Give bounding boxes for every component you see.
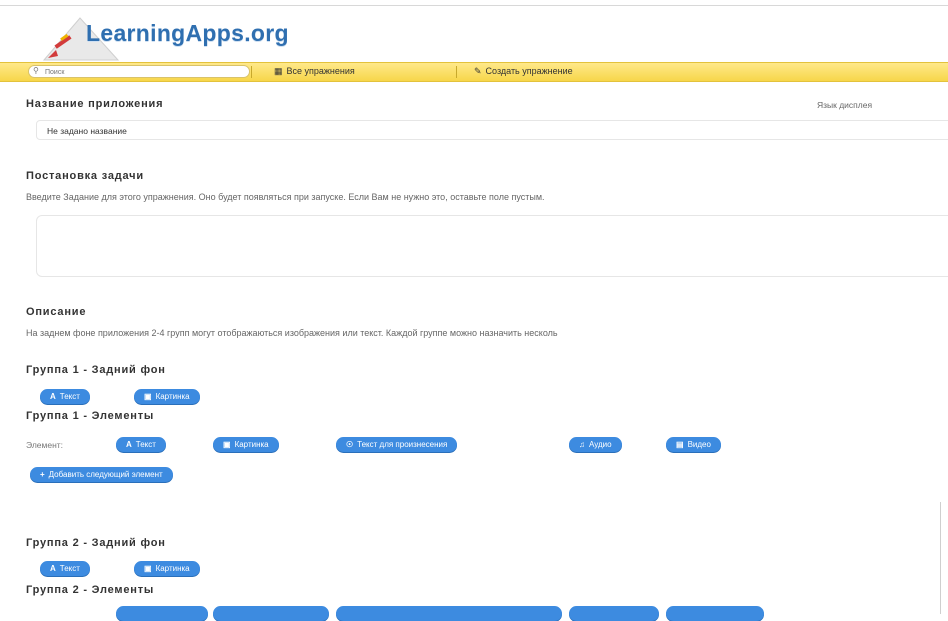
app-name-value: Не задано название	[47, 126, 127, 136]
music-icon: ♫	[579, 440, 585, 449]
button-label: Картинка	[155, 564, 190, 573]
app-name-heading: Название приложения	[26, 98, 164, 110]
button-label: Аудио	[589, 440, 612, 449]
create-exercise-label: Создать упражнение	[485, 66, 573, 76]
button-label: Текст	[135, 440, 156, 449]
group1-bg-image-button[interactable]: ▣ Картинка	[134, 389, 200, 404]
film-icon: ▤	[676, 440, 684, 449]
create-exercise-link[interactable]: ✎ Создать упражнение	[474, 66, 573, 77]
group1-el-image-button[interactable]: ▣ Картинка	[213, 437, 279, 452]
edit-icon: ✎	[474, 66, 482, 76]
button-label: Добавить следующий элемент	[48, 470, 163, 479]
group1-elements-heading: Группа 1 - Элементы	[26, 410, 155, 422]
group1-el-audio-button[interactable]: ♫ Аудио	[569, 437, 622, 452]
task-hint: Введите Задание для этого упражнения. Он…	[26, 192, 545, 202]
search-box[interactable]: ⚲	[28, 65, 250, 78]
text-icon: A	[50, 392, 56, 401]
app-name-field[interactable]: Не задано название	[36, 120, 948, 140]
description-text: На заднем фоне приложения 2-4 групп могу…	[26, 328, 558, 338]
task-textarea[interactable]	[36, 215, 948, 277]
text-icon: A	[50, 564, 56, 573]
grid-icon: ▦	[274, 66, 283, 76]
top-border	[0, 5, 948, 6]
group2-bg-text-button[interactable]: A Текст	[40, 561, 90, 576]
display-language-label: Язык дисплея	[817, 100, 873, 110]
all-exercises-label: Все упражнения	[286, 66, 355, 76]
image-icon: ▣	[144, 564, 152, 573]
element-label: Элемент:	[26, 440, 64, 450]
group2-bg-heading: Группа 2 - Задний фон	[26, 537, 166, 549]
group2-elements-heading: Группа 2 - Элементы	[26, 584, 155, 596]
nav-divider	[251, 66, 252, 78]
group1-bg-text-button[interactable]: A Текст	[40, 389, 90, 404]
description-heading: Описание	[26, 306, 87, 318]
button-label: Видео	[687, 440, 711, 449]
button-label: Картинка	[155, 392, 190, 401]
all-exercises-link[interactable]: ▦ Все упражнения	[274, 66, 355, 77]
image-icon: ▣	[223, 440, 231, 449]
logo-text[interactable]: LearningApps.org	[86, 20, 289, 47]
search-icon: ⚲	[33, 66, 39, 75]
group1-el-speech-button[interactable]: ☉ Текст для произнесения	[336, 437, 458, 452]
button-label: Картинка	[234, 440, 269, 449]
plus-icon: +	[40, 470, 45, 479]
text-icon: A	[126, 440, 132, 449]
main-navbar: ⚲ ▦Все упражнения ✎Создать упражнение	[0, 62, 948, 82]
button-label: Текст	[59, 564, 80, 573]
headphones-icon: ☉	[346, 440, 354, 449]
group1-el-text-button[interactable]: A Текст	[116, 437, 166, 452]
image-icon: ▣	[144, 392, 152, 401]
scrollbar-edge[interactable]	[940, 502, 941, 614]
task-heading: Постановка задачи	[26, 170, 144, 182]
search-input[interactable]	[45, 67, 245, 77]
group1-el-video-button[interactable]: ▤ Видео	[666, 437, 721, 452]
nav-divider	[456, 66, 457, 78]
add-next-element-button[interactable]: + Добавить следующий элемент	[30, 467, 173, 482]
group1-bg-heading: Группа 1 - Задний фон	[26, 364, 166, 376]
group2-bg-image-button[interactable]: ▣ Картинка	[134, 561, 200, 576]
button-label: Текст	[59, 392, 80, 401]
button-label: Текст для произнесения	[357, 440, 448, 449]
